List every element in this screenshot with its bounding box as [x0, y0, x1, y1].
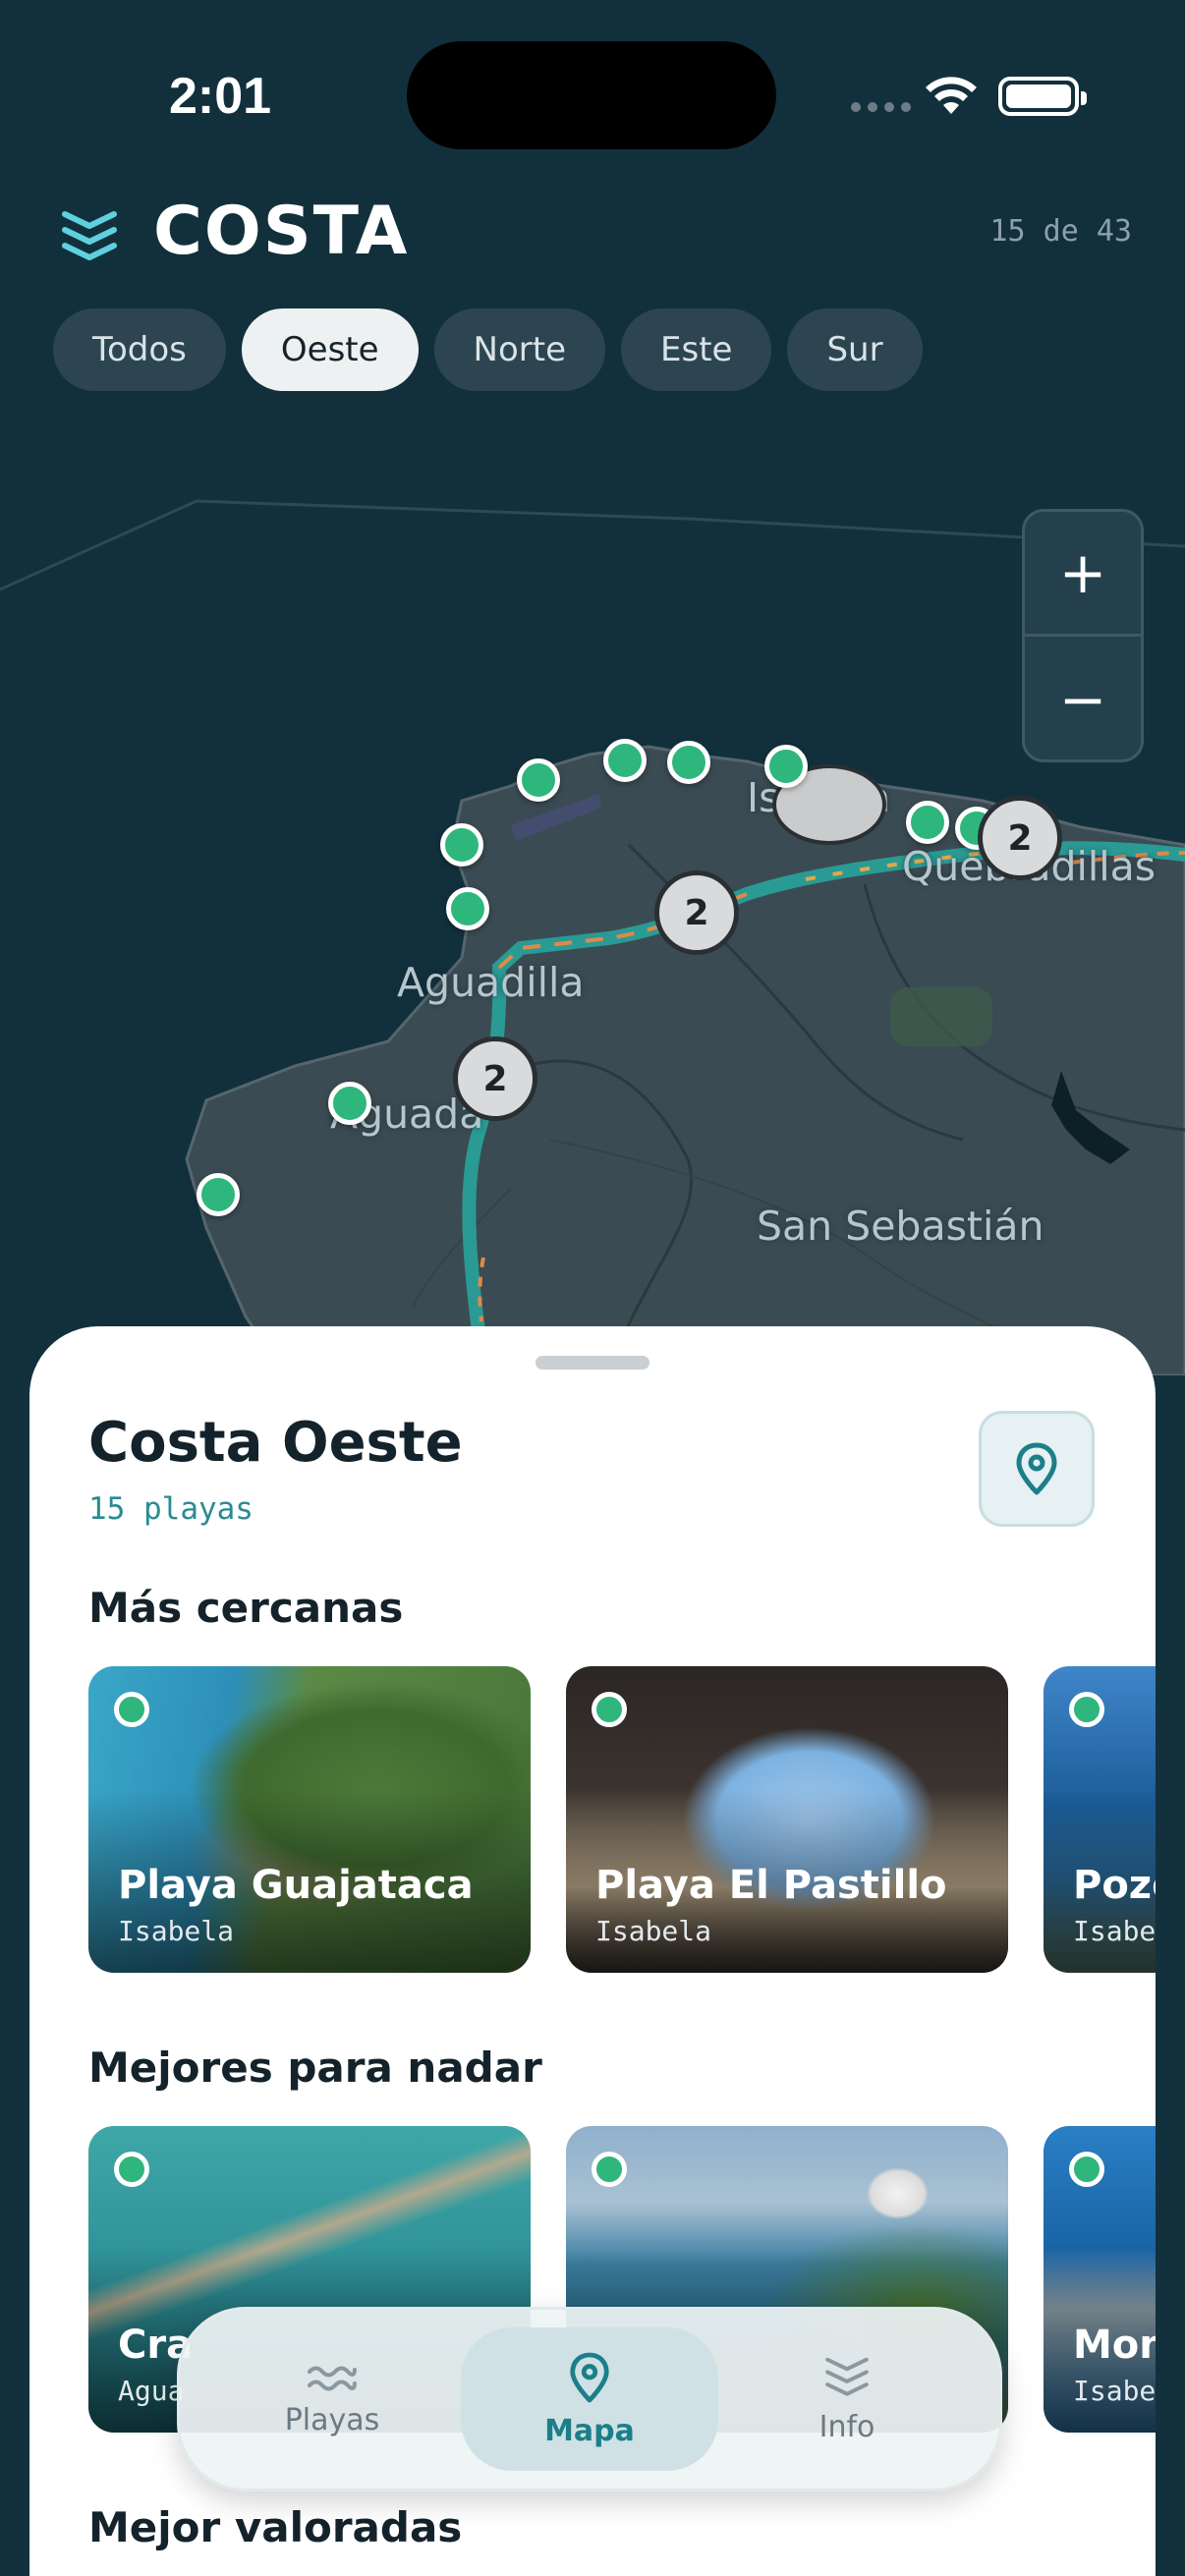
status-dot [592, 2152, 627, 2187]
card-name: Playa El Pastillo [595, 1863, 947, 1908]
map-pin-icon [570, 2352, 609, 2402]
card-name: Pozo [1073, 1863, 1156, 1908]
beach-pin[interactable] [446, 887, 489, 930]
cellular-signal-icon [851, 102, 911, 112]
app-title: COSTA [153, 193, 410, 270]
card-town: Agua [118, 2375, 185, 2407]
beach-pin[interactable] [667, 741, 710, 784]
layers-icon [825, 2357, 869, 2396]
beach-card[interactable]: Playa El Pastillo Isabela [566, 1666, 1008, 1973]
status-dot [1069, 2152, 1104, 2187]
map-label-aguadilla: Aguadilla [397, 959, 585, 1006]
locate-button[interactable] [979, 1411, 1095, 1527]
map-cluster[interactable]: 2 [453, 1036, 537, 1121]
beach-card[interactable]: Mon Isabe [1044, 2126, 1156, 2433]
beach-count: 15 playas [88, 1491, 254, 1527]
battery-icon [998, 77, 1087, 116]
tab-bar: Playas Mapa Info [177, 2307, 1002, 2492]
filter-chip-norte[interactable]: Norte [433, 308, 606, 391]
filter-chip-este[interactable]: Este [621, 308, 772, 391]
card-town: Isabela [595, 1915, 712, 1947]
beach-pin[interactable] [328, 1082, 371, 1125]
region-filter: Todos Oeste Norte Este Sur [53, 308, 923, 391]
card-town: Isabela [118, 1915, 235, 1947]
card-name: Playa Guajataca [118, 1863, 474, 1908]
section-title-swimming: Mejores para nadar [88, 2044, 542, 2092]
tab-label: Info [818, 2409, 875, 2444]
section-title-top-rated: Mejor valoradas [88, 2503, 463, 2551]
card-town: Isabela [1073, 1915, 1156, 1947]
card-name: Mon [1073, 2323, 1156, 2368]
beach-card[interactable]: Pozo Isabela [1044, 1666, 1156, 1973]
filter-chip-oeste[interactable]: Oeste [241, 308, 419, 391]
map-pin-icon [1016, 1442, 1057, 1495]
status-dot [1069, 1692, 1104, 1727]
nearest-carousel[interactable]: Playa Guajataca Isabela Playa El Pastill… [88, 1666, 1156, 1973]
wifi-icon [926, 77, 977, 114]
beach-pin[interactable] [764, 745, 808, 788]
status-dot [114, 2152, 149, 2187]
beach-pin[interactable] [603, 739, 647, 782]
filter-chip-sur[interactable]: Sur [787, 308, 923, 391]
tab-label: Mapa [544, 2413, 635, 2448]
tab-info[interactable]: Info [718, 2327, 976, 2471]
beach-pin[interactable] [517, 758, 560, 802]
waves-icon [308, 2366, 357, 2390]
map-label-san-sebastian: San Sebastián [757, 1203, 1044, 1250]
layers-icon[interactable] [61, 208, 118, 265]
beach-pin[interactable] [906, 801, 949, 844]
tab-playas[interactable]: Playas [203, 2327, 461, 2471]
zoom-out-button[interactable]: − [1025, 637, 1141, 759]
section-title-nearest: Más cercanas [88, 1584, 404, 1632]
filter-chip-todos[interactable]: Todos [53, 308, 226, 391]
tab-mapa[interactable]: Mapa [461, 2327, 718, 2471]
beach-card[interactable]: Playa Guajataca Isabela [88, 1666, 531, 1973]
status-dot [592, 1692, 627, 1727]
sheet-grabber[interactable] [536, 1356, 649, 1370]
status-dot [114, 1692, 149, 1727]
tab-label: Playas [284, 2402, 380, 2437]
status-time: 2:01 [169, 68, 272, 125]
beach-pin[interactable] [440, 823, 483, 867]
map-cluster[interactable]: 2 [654, 870, 739, 955]
zoom-in-button[interactable]: + [1025, 512, 1141, 637]
dynamic-island [407, 41, 776, 149]
map-cluster[interactable]: 2 [978, 796, 1062, 880]
card-town: Isabe [1073, 2375, 1156, 2407]
sheet-title: Costa Oeste [88, 1411, 463, 1475]
zoom-control: + − [1022, 509, 1144, 762]
beach-pin[interactable] [197, 1173, 240, 1216]
beach-counter: 15 de 43 [989, 214, 1133, 249]
